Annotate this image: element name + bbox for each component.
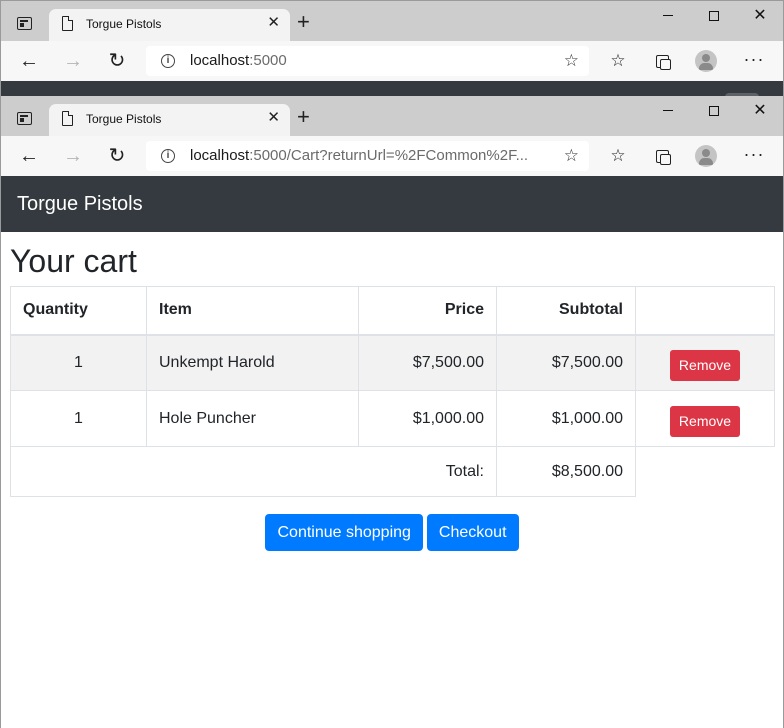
background-page-navbar — [1, 81, 783, 99]
url-rest: :5000/Cart?returnUrl=%2FCommon%2F... — [249, 147, 529, 164]
back-arrow-icon[interactable]: ← — [17, 144, 41, 168]
url-rest: :5000 — [249, 52, 287, 69]
table-row: 1 Unkempt Harold $7,500.00 $7,500.00 Rem… — [10, 334, 775, 391]
page-icon — [62, 16, 73, 31]
continue-shopping-button[interactable]: Continue shopping — [265, 514, 423, 551]
new-tab-button[interactable]: + — [297, 106, 310, 128]
total-label: Total: — [10, 446, 497, 497]
background-browser-window: Torgue Pistols ✕ + ✕ ← → ↻ i localhost:5… — [0, 0, 784, 99]
url-text[interactable]: localhost:5000/Cart?returnUrl=%2FCommon%… — [190, 147, 528, 164]
maximize-icon — [709, 105, 719, 116]
url-text[interactable]: localhost:5000 — [190, 52, 287, 69]
forward-arrow-icon[interactable]: → — [61, 49, 85, 73]
cell-actions: Remove — [635, 334, 775, 391]
cell-actions: Remove — [635, 390, 775, 447]
minimize-button[interactable] — [645, 1, 691, 33]
maximize-icon — [709, 10, 719, 21]
title-bar: Torgue Pistols ✕ + ✕ — [1, 1, 783, 41]
table-row: 1 Hole Puncher $1,000.00 $1,000.00 Remov… — [10, 390, 775, 447]
add-favorite-icon[interactable]: ☆ — [564, 51, 579, 71]
remove-button[interactable]: Remove — [669, 350, 741, 382]
new-tab-button[interactable]: + — [297, 11, 310, 33]
site-navbar: Torgue Pistols — [1, 176, 783, 232]
more-icon[interactable]: ··· — [743, 50, 765, 72]
minimize-button[interactable] — [645, 96, 691, 128]
cart-table: Quantity Item Price Subtotal 1 Unkempt H… — [10, 286, 775, 497]
minimize-icon — [663, 15, 673, 17]
header-price: Price — [358, 286, 497, 336]
tab-close-icon[interactable]: ✕ — [267, 110, 280, 126]
cell-subtotal: $1,000.00 — [496, 390, 636, 447]
tab-close-icon[interactable]: ✕ — [267, 15, 280, 31]
url-host: localhost — [190, 147, 250, 164]
address-bar[interactable]: i localhost:5000 ☆ — [146, 46, 589, 76]
cell-price: $1,000.00 — [358, 390, 497, 447]
tab-actions-icon[interactable] — [17, 17, 32, 30]
forward-arrow-icon[interactable]: → — [61, 144, 85, 168]
total-value: $8,500.00 — [496, 446, 636, 497]
browser-tab[interactable]: Torgue Pistols ✕ — [49, 104, 290, 136]
maximize-button[interactable] — [691, 1, 737, 33]
total-empty-cell — [635, 446, 775, 497]
minimize-icon — [663, 110, 673, 112]
reload-icon[interactable]: ↻ — [105, 144, 129, 168]
tab-actions-icon[interactable] — [17, 112, 32, 125]
add-favorite-icon[interactable]: ☆ — [564, 146, 579, 166]
cell-item: Unkempt Harold — [146, 334, 359, 391]
tab-title: Torgue Pistols — [86, 17, 162, 31]
address-bar[interactable]: i localhost:5000/Cart?returnUrl=%2FCommo… — [146, 141, 589, 171]
cell-quantity: 1 — [10, 334, 147, 391]
header-actions — [635, 286, 775, 336]
collections-icon[interactable] — [651, 50, 673, 72]
favorites-icon[interactable]: ☆ — [607, 50, 629, 72]
favorites-icon[interactable]: ☆ — [607, 145, 629, 167]
navbar-brand[interactable]: Torgue Pistols — [17, 193, 143, 216]
maximize-button[interactable] — [691, 96, 737, 128]
profile-icon[interactable] — [695, 50, 717, 72]
table-header-row: Quantity Item Price Subtotal — [10, 286, 775, 336]
browser-window: Torgue Pistols ✕ + ✕ ← → ↻ i localhost:5… — [0, 96, 784, 728]
header-item: Item — [146, 286, 359, 336]
info-icon[interactable]: i — [161, 54, 175, 68]
header-quantity: Quantity — [10, 286, 147, 336]
page-title: Your cart — [10, 243, 137, 279]
header-subtotal: Subtotal — [496, 286, 636, 336]
close-window-button[interactable]: ✕ — [737, 1, 783, 33]
total-row: Total: $8,500.00 — [10, 446, 775, 497]
profile-icon[interactable] — [695, 145, 717, 167]
tab-title: Torgue Pistols — [86, 112, 162, 126]
browser-tab[interactable]: Torgue Pistols ✕ — [49, 9, 290, 41]
title-bar: Torgue Pistols ✕ + ✕ — [1, 96, 783, 136]
cell-item: Hole Puncher — [146, 390, 359, 447]
reload-icon[interactable]: ↻ — [105, 49, 129, 73]
back-arrow-icon[interactable]: ← — [17, 49, 41, 73]
collections-icon[interactable] — [651, 145, 673, 167]
page-icon — [62, 111, 73, 126]
browser-toolbar: ← → ↻ i localhost:5000/Cart?returnUrl=%2… — [1, 136, 783, 176]
cell-quantity: 1 — [10, 390, 147, 447]
info-icon[interactable]: i — [161, 149, 175, 163]
browser-toolbar: ← → ↻ i localhost:5000 ☆ ☆ ··· — [1, 41, 783, 81]
remove-button[interactable]: Remove — [669, 406, 741, 437]
cart-actions: Continue shopping Checkout — [1, 514, 783, 551]
checkout-button[interactable]: Checkout — [426, 514, 519, 551]
cell-subtotal: $7,500.00 — [496, 334, 636, 391]
more-icon[interactable]: ··· — [743, 145, 765, 167]
close-window-button[interactable]: ✕ — [737, 96, 783, 128]
url-host: localhost — [190, 52, 250, 69]
cell-price: $7,500.00 — [358, 334, 497, 391]
